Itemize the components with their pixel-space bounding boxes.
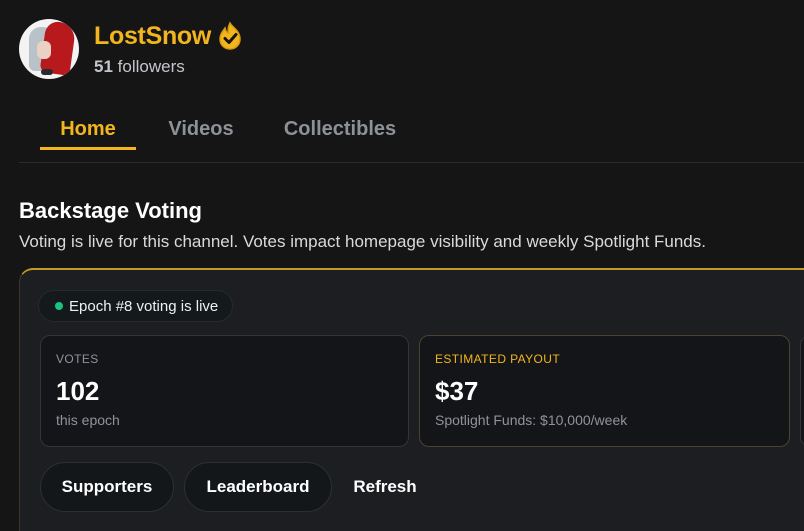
section-description: Voting is live for this channel. Votes i… [19,232,706,251]
flame-check-badge-icon [215,21,245,51]
supporters-button[interactable]: Supporters [40,462,174,512]
votes-label: VOTES [56,352,99,366]
status-badge: Epoch #8 voting is live [38,290,234,322]
channel-name[interactable]: LostSnow [94,22,211,51]
channel-header: LostSnow 51 followers [19,19,241,79]
payout-label: ESTIMATED PAYOUT [435,352,561,366]
votes-value: 102 [56,376,100,406]
section-title: Backstage Voting [19,198,202,223]
avatar-detail [41,69,53,75]
payout-sub: Spotlight Funds: $10,000/week [435,412,628,428]
followers-count: 51 followers [94,57,185,77]
active-tab-indicator [40,147,136,150]
avatar-face [37,41,51,59]
votes-sub: this epoch [56,412,120,428]
tab-videos[interactable]: Videos [156,108,246,150]
channel-tabs: Home Videos Collectibles [19,108,804,163]
tab-home[interactable]: Home [40,108,136,150]
payout-value: $37 [435,376,479,406]
votes-stat-card: VOTES 102 this epoch [40,335,409,447]
avatar[interactable] [19,19,79,79]
tab-collectibles[interactable]: Collectibles [274,108,406,150]
live-dot-icon [55,302,63,310]
status-text: Epoch #8 voting is live [69,297,219,315]
leaderboard-button[interactable]: Leaderboard [184,462,332,512]
refresh-button[interactable]: Refresh [340,462,430,512]
followers-number: 51 [94,57,113,76]
payout-stat-card: ESTIMATED PAYOUT $37 Spotlight Funds: $1… [419,335,790,447]
next-stat-card [800,335,804,447]
channel-page: LostSnow 51 followers Home Videos Collec… [0,0,804,531]
followers-label: followers [117,57,185,76]
